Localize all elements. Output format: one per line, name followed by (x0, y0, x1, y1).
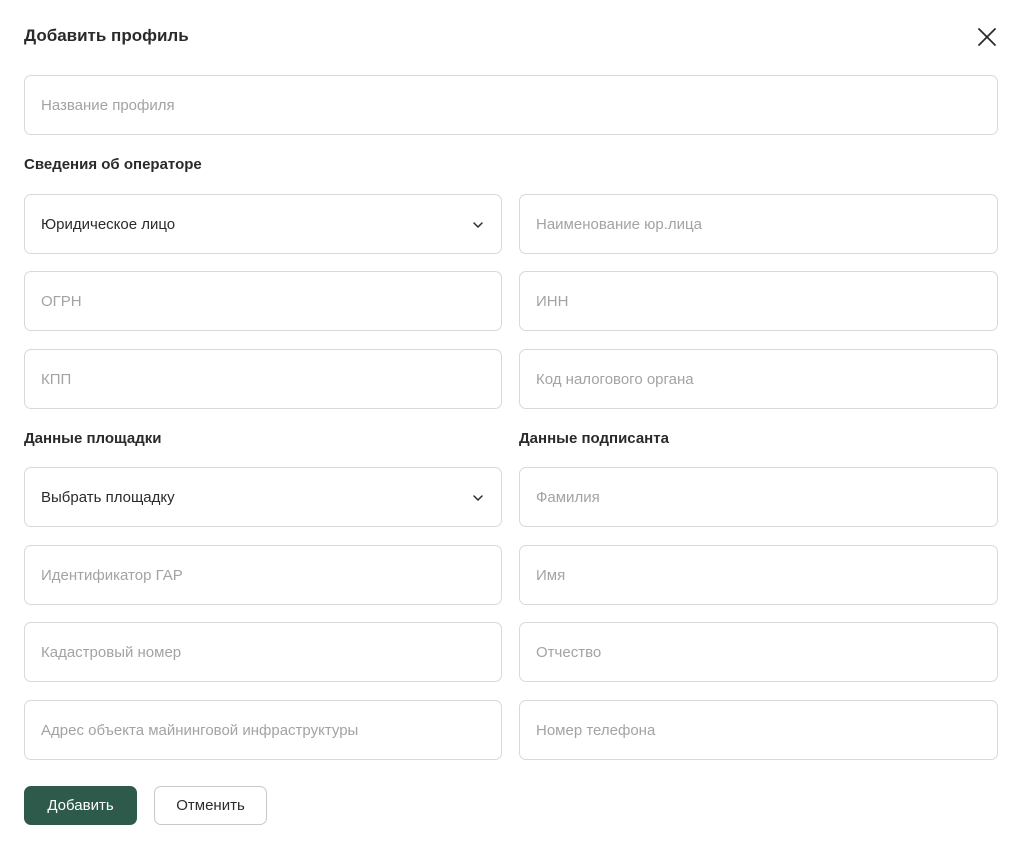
ogrn-placeholder: ОГРН (41, 292, 82, 310)
cadastral-number-placeholder: Кадастровый номер (41, 643, 182, 661)
chevron-down-icon (473, 222, 483, 228)
site-select-value: Выбрать площадку (41, 488, 175, 506)
phone-input[interactable]: Номер телефона (519, 700, 998, 760)
inn-placeholder: ИНН (536, 292, 569, 310)
site-section-heading: Данные площадки (24, 430, 162, 447)
address-input[interactable]: Адрес объекта майнинговой инфраструктуры (24, 700, 502, 760)
site-select[interactable]: Выбрать площадку (24, 467, 502, 527)
cadastral-number-input[interactable]: Кадастровый номер (24, 622, 502, 682)
close-button[interactable] (974, 24, 1000, 50)
add-button[interactable]: Добавить (24, 786, 137, 825)
add-profile-dialog: Добавить профиль Название профиля Сведен… (0, 0, 1024, 852)
dialog-title: Добавить профиль (24, 26, 189, 45)
first-name-placeholder: Имя (536, 566, 566, 584)
patronymic-placeholder: Отчество (536, 643, 602, 661)
gar-id-input[interactable]: Идентификатор ГАР (24, 545, 502, 605)
signer-section-heading: Данные подписанта (519, 430, 669, 447)
address-placeholder: Адрес объекта майнинговой инфраструктуры (41, 721, 359, 739)
first-name-input[interactable]: Имя (519, 545, 998, 605)
profile-name-placeholder: Название профиля (41, 96, 175, 114)
gar-id-placeholder: Идентификатор ГАР (41, 566, 183, 584)
kpp-placeholder: КПП (41, 370, 72, 388)
tax-office-code-input[interactable]: Код налогового органа (519, 349, 998, 409)
operator-section-heading: Сведения об операторе (24, 156, 202, 173)
tax-office-code-placeholder: Код налогового органа (536, 370, 694, 388)
kpp-input[interactable]: КПП (24, 349, 502, 409)
entity-type-select[interactable]: Юридическое лицо (24, 194, 502, 254)
legal-name-placeholder: Наименование юр.лица (536, 215, 702, 233)
inn-input[interactable]: ИНН (519, 271, 998, 331)
legal-name-input[interactable]: Наименование юр.лица (519, 194, 998, 254)
patronymic-input[interactable]: Отчество (519, 622, 998, 682)
cancel-button[interactable]: Отменить (154, 786, 267, 825)
surname-placeholder: Фамилия (536, 488, 600, 506)
profile-name-input[interactable]: Название профиля (24, 75, 998, 135)
surname-input[interactable]: Фамилия (519, 467, 998, 527)
chevron-down-icon (473, 495, 483, 501)
entity-type-value: Юридическое лицо (41, 215, 176, 233)
ogrn-input[interactable]: ОГРН (24, 271, 502, 331)
close-icon (978, 28, 996, 46)
phone-placeholder: Номер телефона (536, 721, 656, 739)
